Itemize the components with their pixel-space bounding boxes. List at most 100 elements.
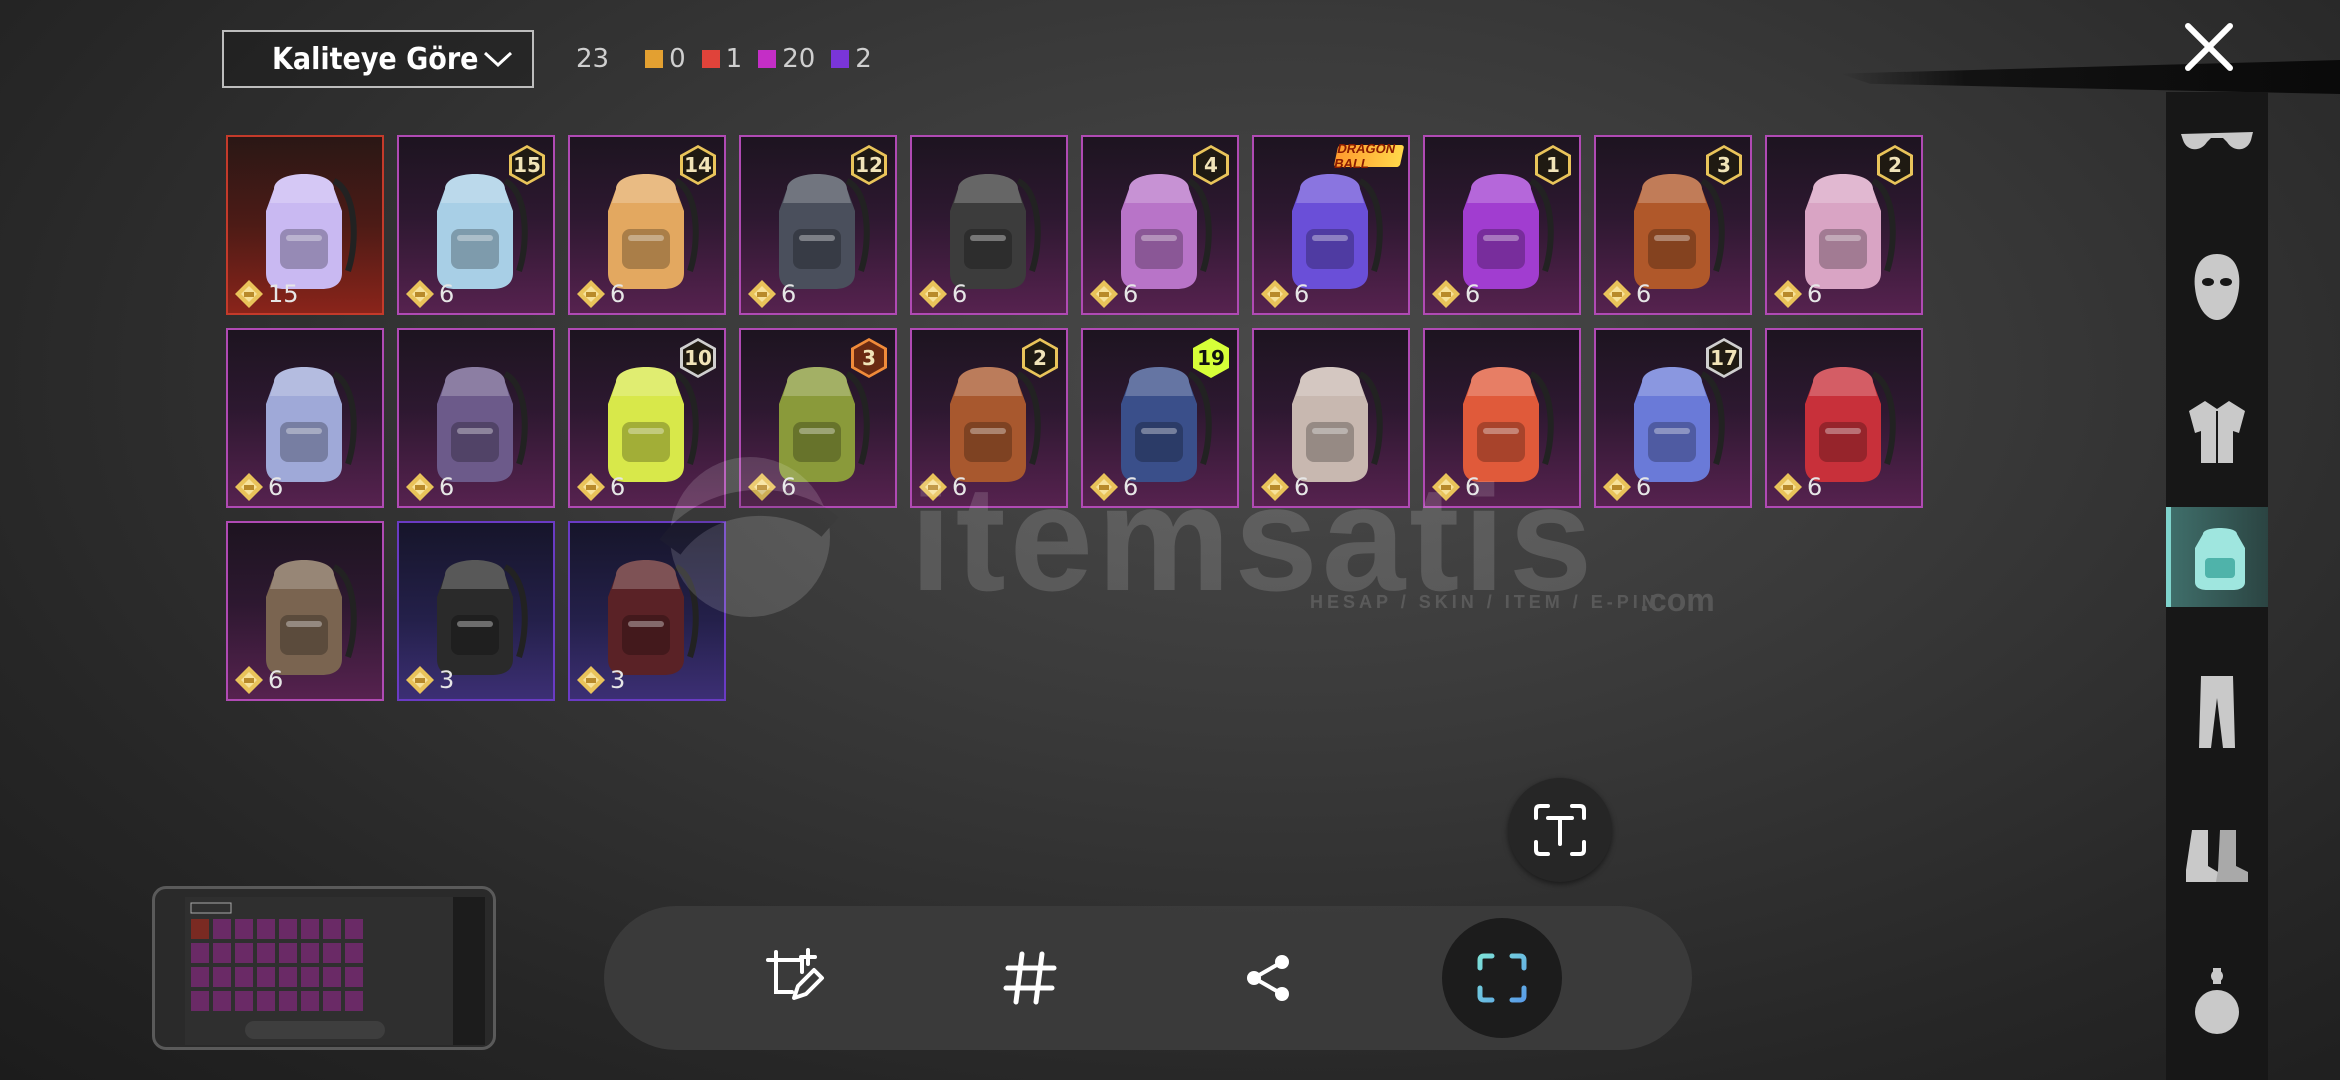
diamond-currency-icon: [577, 473, 605, 501]
capture-button[interactable]: [1442, 918, 1562, 1038]
item-tile[interactable]: 6: [1765, 328, 1923, 508]
text-scan-icon: [1534, 804, 1586, 856]
item-cost: 6: [747, 279, 796, 309]
item-tile[interactable]: 3: [568, 521, 726, 701]
diamond-currency-icon: [235, 280, 263, 308]
item-cost: 6: [1431, 472, 1480, 502]
diamond-currency-icon: [919, 280, 947, 308]
sidebar-item-mask[interactable]: [2166, 237, 2268, 337]
item-tile[interactable]: 26: [1765, 135, 1923, 315]
item-tile[interactable]: 6: [1423, 328, 1581, 508]
item-cost: 6: [405, 279, 454, 309]
item-cost: 3: [576, 665, 625, 695]
hashtag-button[interactable]: [970, 918, 1090, 1038]
share-button[interactable]: [1208, 918, 1328, 1038]
boots-icon: [2186, 830, 2248, 882]
text-recognition-button[interactable]: [1508, 778, 1612, 882]
item-cost: 6: [918, 279, 967, 309]
item-cost-value: 6: [781, 280, 797, 308]
sidebar-item-boots[interactable]: [2166, 807, 2268, 907]
item-tile[interactable]: 15: [226, 135, 384, 315]
close-button[interactable]: [2180, 18, 2238, 76]
quality-count-value: 1: [725, 44, 743, 74]
item-cost-value: 3: [610, 666, 626, 694]
item-tile[interactable]: 15 6: [397, 135, 555, 315]
close-icon: [2185, 23, 2233, 71]
item-cost-value: 6: [610, 473, 626, 501]
quality-count-red: 1: [701, 44, 743, 74]
sidebar-item-grenade[interactable]: [2166, 952, 2268, 1052]
diamond-currency-icon: [406, 280, 434, 308]
item-cost-value: 6: [1807, 473, 1823, 501]
item-cost: 6: [1260, 279, 1309, 309]
item-cost-value: 6: [952, 280, 968, 308]
item-tile[interactable]: 6: [397, 328, 555, 508]
item-cost-value: 15: [268, 280, 299, 308]
item-tile[interactable]: 26: [910, 328, 1068, 508]
item-tile[interactable]: 6: [1252, 328, 1410, 508]
quality-count-value: 0: [669, 44, 686, 74]
item-tile[interactable]: 16: [1423, 135, 1581, 315]
diamond-currency-icon: [1261, 473, 1289, 501]
item-cost-value: 6: [1807, 280, 1823, 308]
item-cost-value: 6: [952, 473, 968, 501]
item-cost: 6: [1773, 472, 1822, 502]
item-tile[interactable]: 12 6: [739, 135, 897, 315]
diamond-currency-icon: [919, 473, 947, 501]
quality-swatch: [831, 50, 850, 68]
quality-counts: 23 0 1 20 2: [576, 44, 888, 74]
item-cost-value: 6: [781, 473, 797, 501]
item-tile[interactable]: 14 6: [568, 135, 726, 315]
item-cost: 3: [405, 665, 454, 695]
item-tile[interactable]: 19 6: [1081, 328, 1239, 508]
item-cost: 6: [747, 472, 796, 502]
item-cost: 6: [1602, 279, 1651, 309]
glasses-icon: [2181, 132, 2253, 150]
item-cost-value: 6: [610, 280, 626, 308]
item-tile[interactable]: 17 6: [1594, 328, 1752, 508]
crop-edit-button[interactable]: [734, 918, 854, 1038]
sidebar-item-glasses[interactable]: [2166, 92, 2268, 192]
mask-icon: [2194, 254, 2240, 320]
item-tile[interactable]: 6: [910, 135, 1068, 315]
diamond-currency-icon: [406, 473, 434, 501]
diamond-currency-icon: [235, 666, 263, 694]
watermark-suffix: .com: [1640, 582, 1715, 618]
sort-dropdown-label: Kaliteye Göre: [272, 41, 479, 77]
sidebar-item-pants[interactable]: [2166, 662, 2268, 762]
item-cost: 6: [1089, 472, 1138, 502]
item-level-value: 17: [1709, 341, 1739, 375]
item-cost-value: 6: [1465, 280, 1481, 308]
thumbnail-preview: [185, 897, 485, 1045]
screenshot-thumbnail[interactable]: [152, 886, 496, 1050]
item-tile[interactable]: 10 6: [568, 328, 726, 508]
item-level-value: 14: [683, 148, 713, 182]
diamond-currency-icon: [748, 280, 776, 308]
item-cost-value: 6: [1465, 473, 1481, 501]
item-tile[interactable]: 6: [226, 328, 384, 508]
sidebar-item-backpack[interactable]: [2166, 507, 2268, 607]
capture-icon: [1477, 953, 1527, 1003]
sort-dropdown[interactable]: Kaliteye Göre: [222, 30, 534, 88]
item-tile[interactable]: DRAGON BALL 6: [1252, 135, 1410, 315]
item-cost: 6: [1431, 279, 1480, 309]
diamond-currency-icon: [1090, 280, 1118, 308]
diamond-currency-icon: [1261, 280, 1289, 308]
item-cost: 6: [1089, 279, 1138, 309]
item-cost: 6: [576, 472, 625, 502]
item-level-value: 1: [1538, 148, 1568, 182]
quality-count-orange: 0: [645, 44, 686, 74]
grenade-icon: [2195, 968, 2239, 1034]
item-tile[interactable]: 36: [739, 328, 897, 508]
item-tile[interactable]: 3: [397, 521, 555, 701]
sidebar-item-jacket[interactable]: [2166, 382, 2268, 482]
item-tile[interactable]: 36: [1594, 135, 1752, 315]
header-brush-stroke: [1840, 60, 2340, 94]
item-tile[interactable]: 46: [1081, 135, 1239, 315]
quality-swatch: [758, 50, 777, 68]
item-tile[interactable]: 6: [226, 521, 384, 701]
diamond-currency-icon: [577, 280, 605, 308]
item-cost: 6: [1602, 472, 1651, 502]
item-cost-value: 6: [1123, 280, 1139, 308]
item-level-value: 2: [1025, 341, 1055, 375]
